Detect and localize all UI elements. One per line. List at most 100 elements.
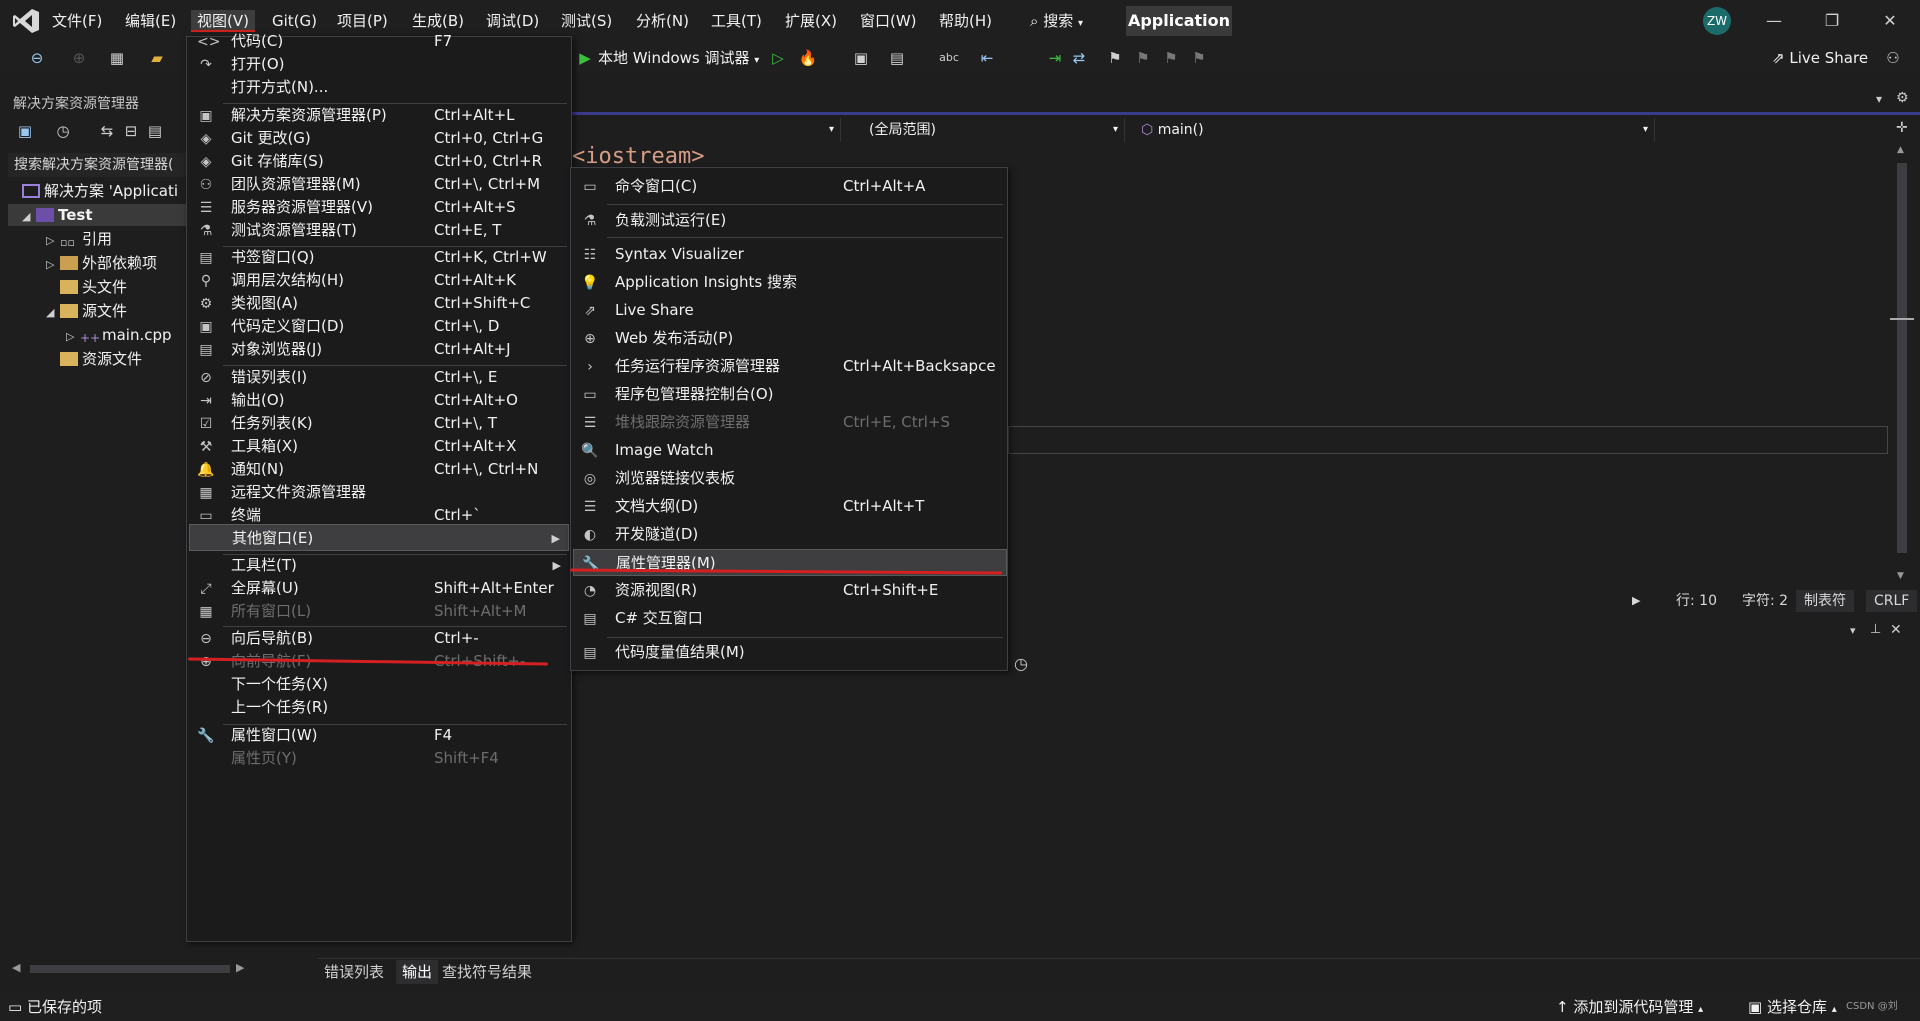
tree-item-solution[interactable]: 解决方案 'Applicati <box>22 180 178 202</box>
scroll-up-icon[interactable]: ▲ <box>1897 145 1904 155</box>
close-button[interactable]: ✕ <box>1870 8 1910 34</box>
sync-icon[interactable]: ⇆ <box>96 120 118 142</box>
scroll-right-icon[interactable]: ▶ <box>1624 590 1648 612</box>
debugger-select[interactable]: 本地 Windows 调试器 ▾ <box>598 47 759 69</box>
close-panel-icon[interactable]: ✕ <box>1890 622 1902 638</box>
navigate-back-icon[interactable]: ⊖ <box>26 47 48 69</box>
view-menu-item-打开方式[interactable]: 打开方式(N)... <box>189 74 569 101</box>
tab-find-symbol-results[interactable]: 查找符号结果 <box>436 960 538 984</box>
horizontal-scrollbar[interactable]: ◀ ▶ <box>8 960 254 978</box>
other-windows-item-命令窗口[interactable]: ▭ 命令窗口(C) Ctrl+Alt+A <box>573 173 1007 200</box>
tree-item-main-cpp[interactable]: ▷ ++ main.cpp <box>66 324 172 346</box>
select-repo-button[interactable]: ▣ 选择仓库 ▴ <box>1748 993 1837 1021</box>
divider <box>318 958 1920 959</box>
tree-item-header-files[interactable]: 头文件 <box>60 276 127 298</box>
show-all-files-icon[interactable]: ▤ <box>144 120 166 142</box>
tree-item-resource-files[interactable]: 资源文件 <box>60 348 142 370</box>
view-menu-item-对象浏览器[interactable]: ▤ 对象浏览器(J) Ctrl+Alt+J <box>189 336 569 363</box>
format-icon[interactable]: ⇄ <box>1068 47 1090 69</box>
live-share-button[interactable]: ⇗ Live Share <box>1772 47 1868 69</box>
add-source-control-label: 添加到源代码管理 <box>1573 998 1694 1016</box>
start-without-debug-icon[interactable]: ▷ <box>767 47 789 69</box>
switch-views-icon[interactable]: ▣ <box>14 120 36 142</box>
other-windows-item-文档大纲[interactable]: ☰ 文档大纲(D) Ctrl+Alt+T <box>573 493 1007 520</box>
settings-gear-icon[interactable]: ⚙ <box>1896 90 1909 106</box>
menu-window[interactable]: 窗口(W) <box>854 10 923 32</box>
hot-reload-icon[interactable]: 🔥 <box>797 47 819 69</box>
cursor-select-icon[interactable]: ⇤ <box>976 47 998 69</box>
search-menu[interactable]: ⌕ 搜索 ▾ <box>1030 10 1083 32</box>
view-menu-item-上一个任务[interactable]: 上一个任务(R) <box>189 694 569 721</box>
layout-icon[interactable]: ▤ <box>886 47 908 69</box>
line-indicator[interactable]: 行: 10 <box>1668 590 1725 612</box>
clock-icon[interactable]: ◷ <box>1014 654 1028 673</box>
view-menu-item-测试资源管理器[interactable]: ⚗ 测试资源管理器(T) Ctrl+E, T <box>189 217 569 244</box>
menu-tools[interactable]: 工具(T) <box>705 10 768 32</box>
collapse-all-icon[interactable]: ⊟ <box>120 120 142 142</box>
scroll-down-icon[interactable]: ▼ <box>1897 571 1904 581</box>
panel-dropdown-icon[interactable]: ▾ <box>1850 624 1856 637</box>
other-windows-item-堆栈跟踪资源管理器[interactable]: ☰ 堆栈跟踪资源管理器 Ctrl+E, Ctrl+S <box>573 409 1007 436</box>
scroll-left-icon[interactable]: ◀ <box>12 961 20 974</box>
other-windows-item-程序包管理器控制台[interactable]: ▭ 程序包管理器控制台(O) <box>573 381 1007 408</box>
indent-icon[interactable]: ⇥ <box>1044 47 1066 69</box>
minimize-button[interactable]: — <box>1754 8 1794 34</box>
start-debug-icon[interactable]: ▶ <box>574 47 596 69</box>
pin-icon[interactable]: ⊥ <box>1870 622 1881 637</box>
menu-edit[interactable]: 编辑(E) <box>119 10 182 32</box>
view-menu-item-所有窗口[interactable]: ▦ 所有窗口(L) Shift+Alt+M <box>189 598 569 625</box>
history-icon[interactable]: ◷ <box>52 120 74 142</box>
eol-indicator[interactable]: CRLF <box>1866 590 1918 612</box>
other-windows-item-浏览器链接仪表板[interactable]: ◎ 浏览器链接仪表板 <box>573 465 1007 492</box>
bookmark-icon[interactable]: ⚑ <box>1104 47 1126 69</box>
scroll-thumb[interactable] <box>1897 163 1907 553</box>
other-windows-item-web-发布活动[interactable]: ⊕ Web 发布活动(P) <box>573 325 1007 352</box>
chevron-up-icon: ▴ <box>1831 1004 1837 1015</box>
other-windows-item-c-交互窗口[interactable]: ▤ C# 交互窗口 <box>573 605 1007 632</box>
menu-help[interactable]: 帮助(H) <box>933 10 998 32</box>
other-windows-item-live-share[interactable]: ⇗ Live Share <box>573 297 1007 324</box>
menu-item-icon: ▭ <box>583 387 597 403</box>
other-windows-item-开发隧道[interactable]: ◐ 开发隧道(D) <box>573 521 1007 548</box>
tree-item-source-files[interactable]: ◢ 源文件 <box>46 300 127 322</box>
avatar[interactable]: ZW <box>1703 7 1731 35</box>
other-windows-item-代码度量值结果[interactable]: ▤ 代码度量值结果(M) <box>573 639 1007 666</box>
bookmark-next-icon[interactable]: ⚑ <box>1160 47 1182 69</box>
other-windows-item-application-insights-搜索[interactable]: 💡 Application Insights 搜索 <box>573 269 1007 296</box>
bookmark-prev-icon[interactable]: ⚑ <box>1132 47 1154 69</box>
menu-file[interactable]: 文件(F) <box>46 10 108 32</box>
bookmark-clear-icon[interactable]: ⚑ <box>1188 47 1210 69</box>
menu-analyze[interactable]: 分析(N) <box>630 10 695 32</box>
spell-check-icon[interactable]: abc <box>938 47 960 69</box>
tab-error-list[interactable]: 错误列表 <box>318 960 390 984</box>
menu-extensions[interactable]: 扩展(X) <box>779 10 843 32</box>
editor-status-row: ▶ 行: 10 字符: 2 制表符 CRLF <box>1008 590 1920 612</box>
other-windows-item-syntax-visualizer[interactable]: ☷ Syntax Visualizer <box>573 241 1007 268</box>
tab-output[interactable]: 输出 <box>396 960 439 984</box>
other-windows-item-image-watch[interactable]: 🔍 Image Watch <box>573 437 1007 464</box>
navigate-forward-icon[interactable]: ⊕ <box>68 47 90 69</box>
tab-overflow-icon[interactable]: ▾ <box>1876 92 1882 106</box>
function-dropdown[interactable]: ⬡ main() ▾ <box>1135 118 1655 142</box>
scroll-thumb[interactable] <box>30 965 230 973</box>
other-windows-item-任务运行程序资源管理器[interactable]: › 任务运行程序资源管理器 Ctrl+Alt+Backsapce <box>573 353 1007 380</box>
code-text[interactable]: <iostream> <box>572 144 704 169</box>
feedback-icon[interactable]: ⚇ <box>1882 47 1904 69</box>
restore-button[interactable]: ❐ <box>1812 8 1852 34</box>
tabs-indicator[interactable]: 制表符 <box>1796 590 1854 612</box>
split-editor-icon[interactable]: ✛ <box>1896 120 1908 136</box>
scope-dropdown[interactable]: (全局范围) ▾ <box>865 118 1125 142</box>
new-project-icon[interactable]: ▦ <box>106 47 128 69</box>
char-indicator[interactable]: 字符: 2 <box>1734 590 1796 612</box>
open-folder-icon[interactable]: ▰ <box>146 47 168 69</box>
tree-item-references[interactable]: ▷ ▫▫ 引用 <box>46 228 112 250</box>
scroll-right-icon[interactable]: ▶ <box>236 961 244 974</box>
project-dropdown[interactable]: ▾ <box>565 118 841 142</box>
add-to-source-control-button[interactable]: ↑ 添加到源代码管理 ▴ <box>1556 993 1703 1021</box>
other-windows-item-负载测试运行[interactable]: ⚗ 负载测试运行(E) <box>573 207 1007 234</box>
vertical-scrollbar[interactable]: ▲ ▼ <box>1893 143 1911 585</box>
other-windows-item-资源视图[interactable]: ◔ 资源视图(R) Ctrl+Shift+E <box>573 577 1007 604</box>
solution-config-icon[interactable]: ▣ <box>850 47 872 69</box>
view-menu-item-属性页[interactable]: 属性页(Y) Shift+F4 <box>189 745 569 772</box>
tree-item-external-deps[interactable]: ▷ 外部依赖项 <box>46 252 157 274</box>
